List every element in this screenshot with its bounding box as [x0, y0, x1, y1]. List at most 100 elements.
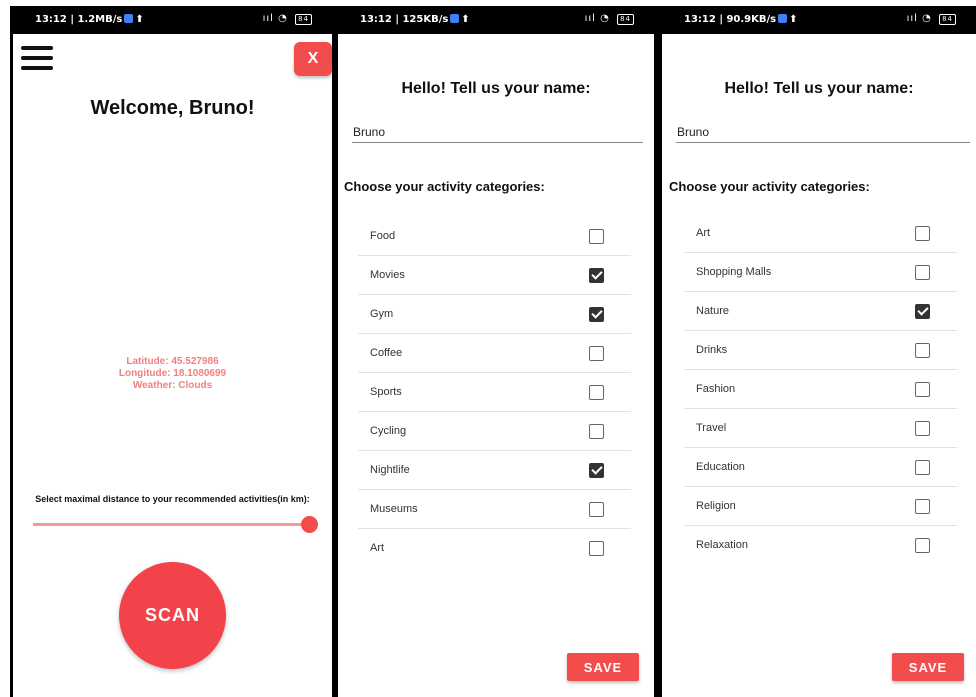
category-label: Coffee	[370, 347, 403, 359]
category-checkbox[interactable]	[589, 463, 604, 478]
category-item[interactable]: Movies	[358, 256, 631, 295]
signal-icon: ııl	[584, 13, 596, 24]
category-item[interactable]: Art	[358, 529, 631, 568]
category-label: Museums	[370, 503, 418, 515]
category-checkbox[interactable]	[915, 499, 930, 514]
category-list: Art Shopping Malls Nature Drinks Fashion Trav…	[684, 214, 957, 565]
signal-icon: ııl	[262, 13, 274, 24]
welcome-title: Welcome, Bruno!	[90, 97, 255, 119]
category-item[interactable]: Nature	[684, 292, 957, 331]
status-bar: 13:12 | 90.9KB/s ⬆ ııl ◔ 84	[662, 6, 976, 34]
category-label: Cycling	[370, 425, 407, 437]
category-checkbox[interactable]	[915, 343, 930, 358]
home-screen: 13:12 | 1.2MB/s ⬆ ııl ◔ 84 X Welcome, Bru…	[13, 6, 332, 697]
close-button[interactable]: X	[294, 42, 332, 76]
category-checkbox[interactable]	[589, 424, 604, 439]
category-checkbox[interactable]	[589, 307, 604, 322]
category-item[interactable]: Travel	[684, 409, 957, 448]
status-time: 13:12 | 1.2MB/s ⬆	[35, 14, 144, 25]
category-label: Food	[370, 230, 396, 242]
battery-icon: 84	[939, 14, 956, 25]
category-checkbox[interactable]	[589, 268, 604, 283]
category-checkbox[interactable]	[915, 265, 930, 280]
category-item[interactable]: Drinks	[684, 331, 957, 370]
category-item[interactable]: Relaxation	[684, 526, 957, 565]
app-notification-icon	[778, 14, 788, 23]
category-checkbox[interactable]	[915, 421, 930, 436]
category-item[interactable]: Sports	[358, 373, 631, 412]
categories-heading: Choose your activity categories:	[344, 179, 545, 194]
status-icons: ııl ◔ 84	[907, 13, 956, 25]
category-checkbox[interactable]	[589, 541, 604, 556]
category-label: Drinks	[696, 344, 728, 356]
status-bar: 13:12 | 1.2MB/s ⬆ ııl ◔ 84	[13, 6, 332, 34]
status-icons: ııl ◔ 84	[263, 13, 312, 25]
wifi-icon: ◔	[600, 13, 610, 24]
upload-icon: ⬆	[789, 14, 798, 25]
category-checkbox[interactable]	[915, 226, 930, 241]
category-checkbox[interactable]	[589, 385, 604, 400]
battery-icon: 84	[295, 14, 312, 25]
category-label: Gym	[370, 308, 394, 320]
category-label: Fashion	[696, 383, 736, 395]
category-item[interactable]: Fashion	[684, 370, 957, 409]
category-checkbox[interactable]	[915, 460, 930, 475]
upload-icon: ⬆	[135, 14, 144, 25]
app-notification-icon	[124, 14, 134, 23]
category-item[interactable]: Nightlife	[358, 451, 631, 490]
latitude-text: Latitude: 45.527986	[126, 356, 219, 367]
category-item[interactable]: Coffee	[358, 334, 631, 373]
category-item[interactable]: Shopping Malls	[684, 253, 957, 292]
category-list: Food Movies Gym Coffee Sports Cycling Nightlif…	[358, 217, 631, 568]
category-label: Nightlife	[370, 464, 410, 476]
category-checkbox[interactable]	[915, 304, 930, 319]
category-checkbox[interactable]	[589, 502, 604, 517]
name-input[interactable]	[676, 122, 970, 143]
signal-icon: ııl	[906, 13, 918, 24]
category-checkbox[interactable]	[915, 538, 930, 553]
category-item[interactable]: Gym	[358, 295, 631, 334]
wifi-icon: ◔	[278, 13, 288, 24]
category-label: Religion	[696, 500, 736, 512]
categories-heading: Choose your activity categories:	[669, 179, 870, 194]
category-item[interactable]: Cycling	[358, 412, 631, 451]
wifi-icon: ◔	[922, 13, 932, 24]
category-checkbox[interactable]	[589, 346, 604, 361]
longitude-text: Longitude: 18.1080699	[118, 368, 227, 379]
status-icons: ııl ◔ 84	[585, 13, 634, 25]
name-input[interactable]	[352, 122, 643, 143]
battery-icon: 84	[617, 14, 634, 25]
category-label: Education	[696, 461, 745, 473]
category-screen-1: 13:12 | 125KB/s ⬆ ııl ◔ 84 Hello! Tell us…	[338, 6, 654, 697]
category-label: Nature	[696, 305, 730, 317]
category-item[interactable]: Education	[684, 448, 957, 487]
distance-slider-thumb[interactable]	[301, 516, 318, 533]
category-item[interactable]: Art	[684, 214, 957, 253]
distance-slider-track[interactable]	[33, 523, 309, 526]
form-title: Hello! Tell us your name:	[724, 80, 914, 97]
category-label: Travel	[696, 422, 727, 434]
status-bar: 13:12 | 125KB/s ⬆ ııl ◔ 84	[338, 6, 654, 34]
category-item[interactable]: Food	[358, 217, 631, 256]
category-item[interactable]: Religion	[684, 487, 957, 526]
category-label: Art	[696, 227, 711, 239]
category-item[interactable]: Museums	[358, 490, 631, 529]
form-title: Hello! Tell us your name:	[401, 80, 591, 97]
status-time: 13:12 | 90.9KB/s ⬆	[684, 14, 798, 25]
save-button[interactable]: SAVE	[892, 653, 964, 681]
category-checkbox[interactable]	[915, 382, 930, 397]
category-label: Relaxation	[696, 539, 748, 551]
category-screen-2: 13:12 | 90.9KB/s ⬆ ııl ◔ 84 Hello! Tell u…	[662, 6, 976, 697]
category-label: Movies	[370, 269, 405, 281]
app-notification-icon	[450, 14, 460, 23]
category-label: Art	[370, 542, 385, 554]
weather-text: Weather: Clouds	[132, 380, 213, 391]
category-checkbox[interactable]	[589, 229, 604, 244]
scan-button[interactable]: SCAN	[119, 562, 226, 669]
category-label: Sports	[370, 386, 402, 398]
save-button[interactable]: SAVE	[567, 653, 639, 681]
category-label: Shopping Malls	[696, 266, 772, 278]
hamburger-icon[interactable]	[21, 46, 53, 70]
distance-label: Select maximal distance to your recommen…	[35, 494, 310, 504]
status-time: 13:12 | 125KB/s ⬆	[360, 14, 470, 25]
